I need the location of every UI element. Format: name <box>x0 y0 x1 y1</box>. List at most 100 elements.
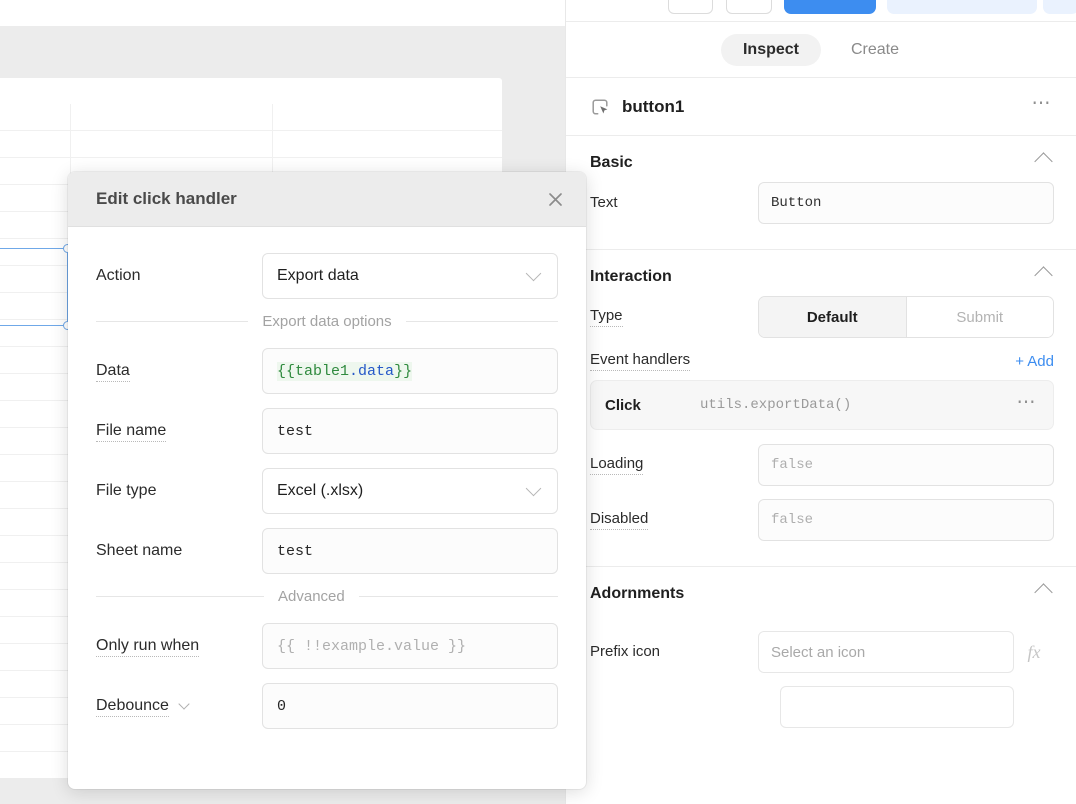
divider-line-right <box>406 321 558 322</box>
field-prefix-icon: Prefix icon Select an icon fx <box>590 631 1054 673</box>
table-row[interactable] <box>0 104 502 131</box>
field-type: Type Default Submit <box>590 296 1054 338</box>
dialog-field-only-run-when: Only run when {{ !!example.value }} <box>96 623 558 669</box>
field-loading: Loading false <box>590 444 1054 486</box>
data-token-open: {{ <box>277 363 295 380</box>
add-event-handler-button[interactable]: + Add <box>1015 353 1054 370</box>
export-options-divider: Export data options <box>96 313 558 330</box>
top-toolbar <box>566 0 1076 22</box>
dialog-debounce-label: Debounce <box>96 697 169 717</box>
prefix-icon-input[interactable]: Select an icon <box>758 631 1014 673</box>
data-input[interactable]: {{table1.data}} <box>262 348 558 394</box>
toolbar-button-1[interactable] <box>668 0 713 14</box>
dialog-sheet-name-control: test <box>262 528 558 574</box>
field-text-label: Text <box>590 194 618 211</box>
field-disabled: Disabled false <box>590 499 1054 541</box>
selected-component-outline[interactable] <box>0 248 68 326</box>
dialog-title: Edit click handler <box>96 189 542 209</box>
data-token-property: data <box>358 363 394 380</box>
component-name: button1 <box>622 97 1030 117</box>
chevron-up-icon-interaction[interactable] <box>1034 266 1052 284</box>
field-text-control: Button <box>758 182 1054 224</box>
type-option-default[interactable]: Default <box>759 297 907 337</box>
toolbar-button-2[interactable] <box>726 0 772 14</box>
advanced-divider-label: Advanced <box>264 588 359 605</box>
close-icon[interactable] <box>542 186 568 212</box>
dialog-file-type-label: File type <box>96 482 156 499</box>
debounce-input[interactable]: 0 <box>262 683 558 729</box>
section-basic-title: Basic <box>590 154 633 172</box>
section-adornments-header[interactable]: Adornments <box>590 567 1054 613</box>
field-text: Text Button <box>590 182 1054 224</box>
component-menu-ellipsis-icon[interactable]: ⋯ <box>1030 92 1055 121</box>
chevron-up-icon-basic[interactable] <box>1034 152 1052 170</box>
inspector-panel: Inspect Create button1 ⋯ Basic Te <box>565 0 1076 804</box>
advanced-divider-line-left <box>96 596 264 597</box>
dialog-only-run-when-label-wrap: Only run when <box>96 637 262 655</box>
sheet-name-input[interactable]: test <box>262 528 558 574</box>
field-disabled-control: false <box>758 499 1054 541</box>
tab-create[interactable]: Create <box>829 34 921 66</box>
data-code-expression: {{table1.data}} <box>277 362 412 381</box>
section-adornments-title: Adornments <box>590 585 684 603</box>
loading-input[interactable]: false <box>758 444 1054 486</box>
action-select[interactable]: Export data <box>262 253 558 299</box>
dialog-only-run-when-control: {{ !!example.value }} <box>262 623 558 669</box>
dialog-data-label-wrap: Data <box>96 362 262 380</box>
dialog-field-sheet-name: Sheet name test <box>96 528 558 574</box>
file-name-input[interactable]: test <box>262 408 558 454</box>
type-option-submit[interactable]: Submit <box>907 297 1054 337</box>
file-type-select[interactable]: Excel (.xlsx) <box>262 468 558 514</box>
field-prefix-icon-label-wrap: Prefix icon <box>590 643 758 661</box>
dialog-action-label-wrap: Action <box>96 267 262 285</box>
section-interaction-title: Interaction <box>590 268 672 286</box>
toolbar-primary-button[interactable] <box>784 0 876 14</box>
field-type-control: Default Submit <box>758 296 1054 338</box>
dialog-data-label: Data <box>96 362 130 382</box>
data-token-close: }} <box>394 363 412 380</box>
section-basic: Basic Text Button <box>566 136 1076 250</box>
event-handler-action: utils.exportData() <box>700 397 1015 413</box>
component-header: button1 ⋯ <box>566 78 1076 136</box>
dialog-action-control: Export data <box>262 253 558 299</box>
divider-line-left <box>96 321 248 322</box>
dialog-sheet-name-label: Sheet name <box>96 542 182 559</box>
column-divider <box>70 131 71 157</box>
dialog-debounce-label-wrap: Debounce <box>96 697 262 715</box>
dialog-file-name-label-wrap: File name <box>96 422 262 440</box>
table-row[interactable] <box>0 131 502 158</box>
event-handler-row[interactable]: Click utils.exportData() ⋯ <box>590 380 1054 430</box>
dialog-debounce-control: 0 <box>262 683 558 729</box>
button-cursor-icon <box>590 97 610 117</box>
text-input[interactable]: Button <box>758 182 1054 224</box>
event-handler-event: Click <box>605 397 700 414</box>
field-loading-label-wrap: Loading <box>590 455 758 475</box>
chevron-down-icon-debounce[interactable] <box>179 699 190 710</box>
toolbar-light-button-2[interactable] <box>1043 0 1076 14</box>
section-adornments: Adornments Prefix icon Select an icon fx <box>566 567 1076 728</box>
disabled-input[interactable]: false <box>758 499 1054 541</box>
canvas-topbar <box>0 0 565 26</box>
dialog-action-label: Action <box>96 267 140 284</box>
section-basic-header[interactable]: Basic <box>590 136 1054 182</box>
chevron-down-icon-file-type <box>526 481 542 497</box>
fx-icon-prefix[interactable]: fx <box>1014 642 1054 663</box>
chevron-up-icon-adornments[interactable] <box>1034 583 1052 601</box>
suffix-icon-input-partial[interactable] <box>780 686 1014 728</box>
dialog-field-action: Action Export data <box>96 253 558 299</box>
file-type-select-value: Excel (.xlsx) <box>277 482 528 500</box>
toolbar-light-button[interactable] <box>887 0 1037 14</box>
dialog-file-name-label: File name <box>96 422 166 442</box>
dialog-field-file-name: File name test <box>96 408 558 454</box>
event-handler-menu-ellipsis-icon[interactable]: ⋯ <box>1015 391 1040 420</box>
data-token-dot: . <box>349 363 358 380</box>
dialog-only-run-when-label: Only run when <box>96 637 199 657</box>
field-type-label: Type <box>590 307 623 327</box>
field-loading-control: false <box>758 444 1054 486</box>
only-run-when-input[interactable]: {{ !!example.value }} <box>262 623 558 669</box>
tab-inspect[interactable]: Inspect <box>721 34 821 66</box>
event-handlers-label: Event handlers <box>590 351 690 371</box>
dialog-field-file-type: File type Excel (.xlsx) <box>96 468 558 514</box>
section-interaction-header[interactable]: Interaction <box>590 250 1054 296</box>
advanced-divider: Advanced <box>96 588 558 605</box>
